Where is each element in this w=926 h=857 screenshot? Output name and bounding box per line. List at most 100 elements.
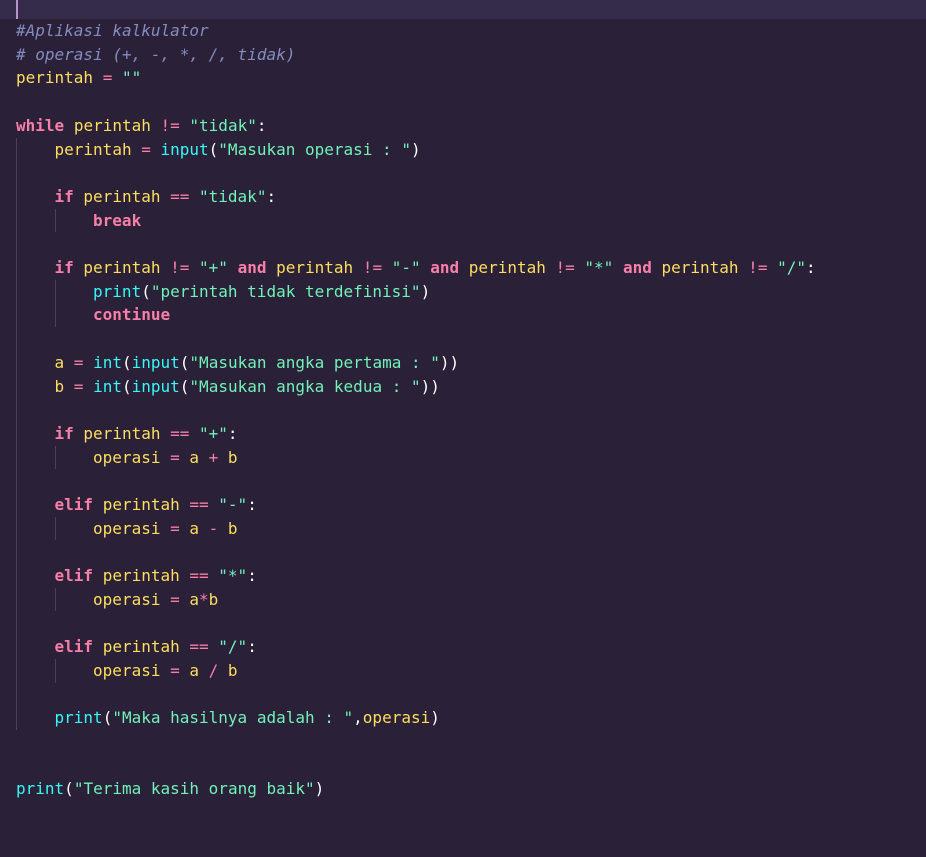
code-token-plain: ) [420,281,431,301]
code-line[interactable]: elif perintah == "/": [55,635,257,659]
code-token-ident: perintah [83,258,161,277]
code-token-op: != [150,115,190,135]
code-token-kw: elif [54,495,94,514]
code-token-str: "Masukan operasi : " [218,139,411,159]
code-token-op: - [199,518,228,538]
code-line[interactable]: a = int(input("Masukan angka pertama : "… [55,351,460,375]
code-line[interactable]: operasi = a - b [93,517,238,541]
code-token-kw: while [16,115,65,135]
code-line[interactable]: break [93,209,141,233]
code-token-ident: perintah [102,637,180,657]
code-token-str: "Masukan angka kedua : " [189,376,421,396]
code-token-kw: and [430,258,460,277]
code-line[interactable]: if perintah != "+" and perintah != "-" a… [55,256,816,280]
code-token-ident: perintah [83,423,161,443]
code-token-plain: ) [314,779,325,799]
code-token-plain: ) [410,139,421,159]
code-token-op: = [160,447,190,467]
code-token-str: "" [121,68,142,88]
code-token-kw: if [54,258,74,277]
code-line[interactable]: operasi = a + b [93,446,238,470]
code-token-ident: operasi [93,518,161,538]
code-line[interactable]: while perintah != "tidak": [16,114,266,138]
code-token-fn: print [16,779,65,799]
code-token-ident: operasi [93,447,161,467]
code-line[interactable]: #Aplikasi kalkulator [16,19,209,43]
code-token-op: != [160,258,200,277]
code-token-ident: b [227,447,238,467]
code-line[interactable]: # operasi (+, -, *, /, tidak) [16,43,295,67]
code-token-str: "Maka hasilnya adalah : " [112,708,354,728]
code-token-ident: perintah [16,68,94,88]
code-line[interactable]: elif perintah == "*": [55,564,257,588]
code-token-fn: print [54,708,103,728]
code-token-op: = [160,660,190,680]
code-token-kw: and [237,258,267,277]
code-token-kw: elif [54,566,94,586]
code-token-ident: a [54,352,65,372]
code-line[interactable]: operasi = a / b [93,659,238,683]
indent-guide [16,137,17,730]
code-line[interactable]: if perintah == "+": [55,422,238,446]
code-token-str: "+" [199,423,228,443]
code-token-str: "Terima kasih orang baik" [73,779,315,799]
code-token-ident: perintah [54,139,132,159]
code-line[interactable]: if perintah == "tidak": [55,185,277,209]
code-token-plain: : [256,115,267,135]
code-token-ident: perintah [102,566,180,586]
code-token-ident: b [227,660,238,680]
code-token-ident: a [189,447,200,467]
code-token-plain: ( [64,779,74,799]
code-token-plain: ( [121,352,132,372]
code-token-plain: ) [430,708,440,728]
code-token-plain: ( [121,376,132,396]
code-token-ident: a [189,589,200,609]
code-token-op: != [545,258,585,277]
code-line[interactable]: operasi = a*b [93,588,218,612]
code-line[interactable]: continue [93,303,170,327]
code-token-ident: b [208,589,219,609]
code-token-str: "Masukan angka pertama : " [189,352,440,372]
code-line[interactable]: perintah = input("Masukan operasi : ") [55,138,421,162]
code-token-plain: : [247,495,257,514]
code-token-op: == [179,566,219,586]
code-line[interactable]: b = int(input("Masukan angka kedua : ")) [55,375,440,399]
code-line[interactable]: perintah = "" [16,66,141,90]
code-token-kw: if [54,186,74,206]
code-token-ident: b [54,376,65,396]
code-token-op: = [160,518,190,538]
code-token-plain: : [805,258,816,277]
code-token-fn: input [131,352,180,372]
code-token-ident: operasi [93,589,161,609]
code-editor[interactable]: #Aplikasi kalkulator # operasi (+, -, *, … [0,0,926,857]
code-token-op: + [199,447,228,467]
code-token-op: = [93,68,122,88]
code-token-ident: perintah [468,258,546,277]
code-line[interactable]: print("Maka hasilnya adalah : ",operasi) [55,706,440,730]
current-line-highlight [0,0,926,19]
code-line[interactable]: print("Terima kasih orang baik") [16,777,324,801]
code-token-plain: ( [208,139,219,159]
code-token-fn: input [160,139,209,159]
text-cursor [16,0,18,19]
code-token-plain: : [266,186,277,206]
code-token-plain: : [247,566,257,586]
code-token-fn: input [131,376,180,396]
code-token-ident: a [189,660,200,680]
code-line[interactable]: elif perintah == "-": [55,493,257,517]
code-token-str: "*" [218,566,248,586]
code-line[interactable]: print("perintah tidak terdefinisi") [93,280,430,304]
code-token-plain: : [247,637,257,657]
code-token-kw: continue [93,305,171,325]
indent-guide [54,587,56,612]
code-token-op: == [179,495,219,514]
